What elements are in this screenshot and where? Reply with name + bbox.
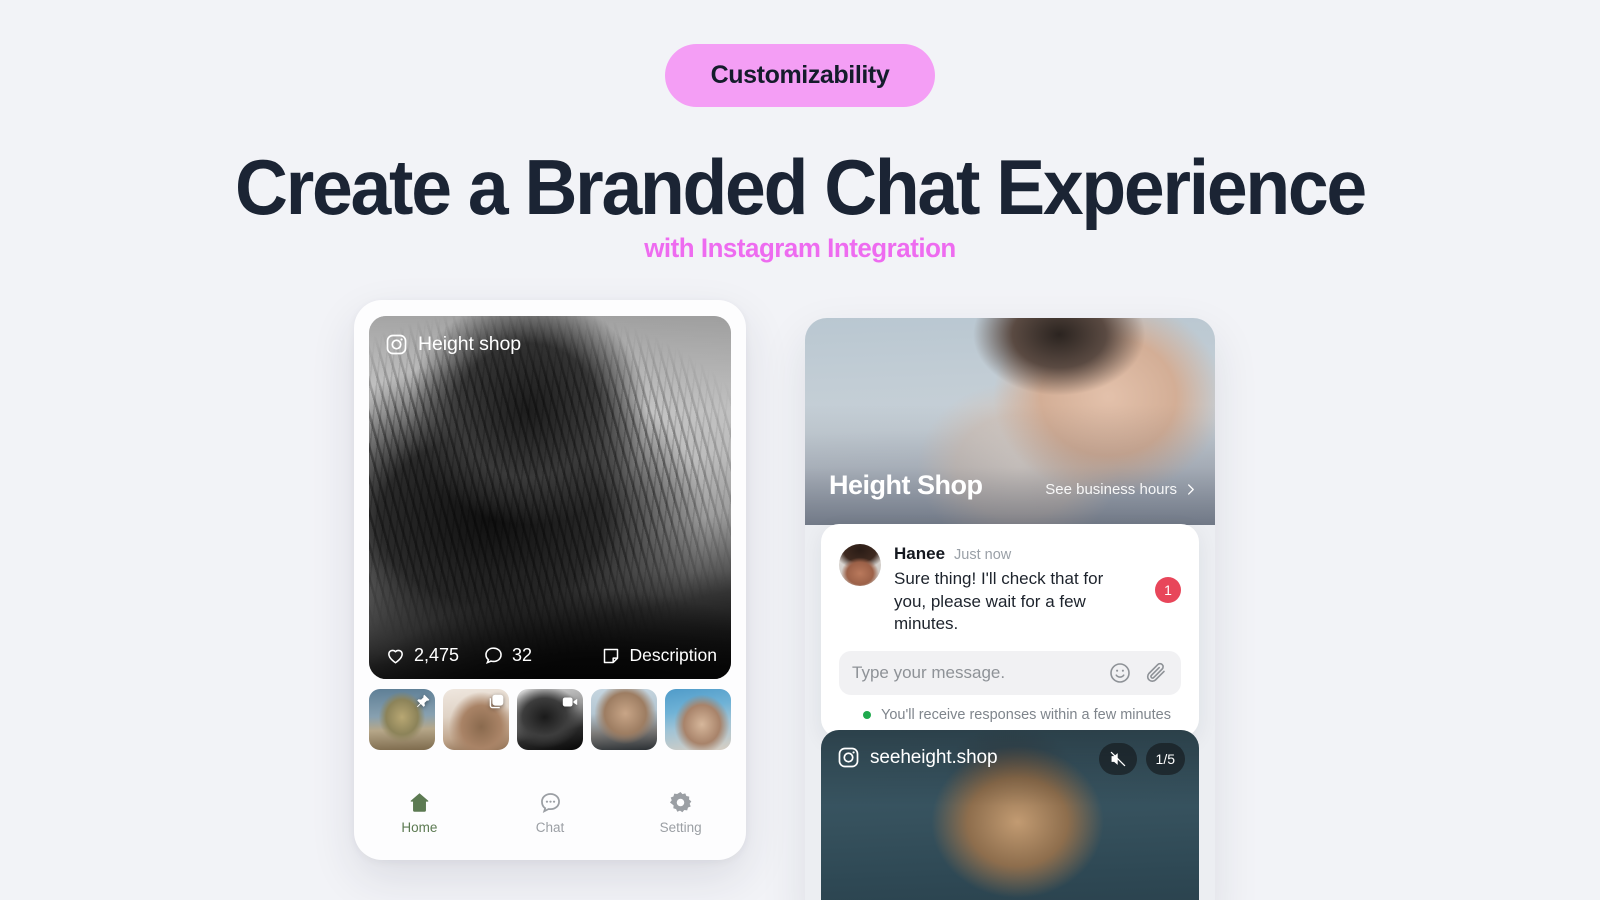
tab-home[interactable]: Home bbox=[354, 790, 485, 835]
thumbnail-item[interactable] bbox=[369, 689, 435, 750]
story-counter: 1/5 bbox=[1145, 743, 1185, 775]
tab-chat-label: Chat bbox=[535, 820, 565, 835]
business-hours-button[interactable]: See business hours bbox=[1045, 481, 1197, 498]
home-icon bbox=[407, 790, 432, 815]
smiley-icon[interactable] bbox=[1108, 661, 1132, 685]
message-composer[interactable]: Type your message. bbox=[839, 650, 1181, 695]
unread-badge: 1 bbox=[1155, 576, 1181, 603]
comments-count: 32 bbox=[512, 645, 533, 665]
hero-pill-container: Customizability bbox=[0, 44, 1600, 107]
page-title: Create a Branded Chat Experience bbox=[235, 143, 1367, 231]
avatar bbox=[839, 544, 881, 586]
response-status-text: You'll receive responses within a few mi… bbox=[881, 706, 1171, 723]
tab-setting-label: Setting bbox=[659, 820, 702, 835]
heart-icon bbox=[385, 645, 406, 666]
message-header: Hanee Just now bbox=[894, 544, 1132, 564]
speaker-muted-icon bbox=[1109, 750, 1127, 768]
shop-title: Height Shop bbox=[829, 470, 983, 500]
message-body: Hanee Just now Sure thing! I'll check th… bbox=[894, 544, 1132, 636]
message-sender: Hanee bbox=[894, 544, 946, 563]
instagram-icon bbox=[837, 746, 860, 769]
bottom-tab-bar: Home Chat Setting bbox=[354, 778, 746, 860]
thumbnail-item[interactable] bbox=[591, 689, 657, 750]
left-phone-mockup: Height shop 2,475 32 Description Home Ch… bbox=[354, 300, 746, 860]
response-status-row: You'll receive responses within a few mi… bbox=[839, 707, 1181, 723]
thumbnail-item[interactable] bbox=[665, 689, 731, 750]
chevron-right-icon bbox=[1184, 483, 1197, 496]
story-card[interactable]: seeheight.shop 1/5 bbox=[821, 730, 1199, 900]
message-text: Sure thing! I'll check that for you, ple… bbox=[894, 569, 1104, 634]
story-handle[interactable]: seeheight.shop bbox=[837, 746, 998, 769]
right-phone-mockup: Height Shop See business hours Hanee Jus… bbox=[805, 318, 1215, 900]
carousel-icon bbox=[488, 693, 505, 710]
story-controls: 1/5 bbox=[1098, 743, 1185, 775]
chat-bubble-icon bbox=[538, 790, 563, 815]
instagram-icon bbox=[385, 333, 408, 356]
tab-setting[interactable]: Setting bbox=[615, 790, 746, 835]
customizability-pill: Customizability bbox=[664, 44, 936, 107]
gear-icon bbox=[668, 790, 693, 815]
business-hours-label: See business hours bbox=[1045, 481, 1177, 498]
shop-header-row: Height Shop See business hours bbox=[829, 470, 1197, 501]
pin-icon bbox=[414, 693, 431, 710]
page-subtitle: with Instagram Integration bbox=[644, 233, 956, 263]
thumbnail-strip bbox=[369, 689, 731, 750]
status-dot-icon bbox=[863, 710, 871, 719]
note-icon bbox=[601, 646, 621, 666]
chat-card: Hanee Just now Sure thing! I'll check th… bbox=[821, 524, 1199, 737]
video-icon bbox=[561, 693, 579, 711]
tab-home-label: Home bbox=[401, 820, 438, 835]
post-handle-label: Height shop bbox=[418, 333, 521, 355]
description-button[interactable]: Description bbox=[601, 645, 717, 666]
paperclip-icon[interactable] bbox=[1144, 661, 1168, 685]
page-root: Customizability Create a Branded Chat Ex… bbox=[0, 0, 1600, 900]
post-handle[interactable]: Height shop bbox=[385, 333, 521, 356]
likes-count: 2,475 bbox=[414, 645, 460, 665]
story-handle-label: seeheight.shop bbox=[870, 746, 998, 768]
comment-icon bbox=[483, 645, 504, 666]
comments-stat[interactable]: 32 bbox=[483, 645, 532, 666]
mute-button[interactable] bbox=[1098, 743, 1137, 775]
message-row: Hanee Just now Sure thing! I'll check th… bbox=[839, 544, 1181, 636]
message-timestamp: Just now bbox=[954, 547, 1012, 563]
instagram-post-card[interactable]: Height shop 2,475 32 Description bbox=[369, 316, 731, 679]
tab-chat[interactable]: Chat bbox=[485, 790, 616, 835]
post-stats-row: 2,475 32 Description bbox=[385, 645, 717, 666]
thumbnail-item[interactable] bbox=[443, 689, 509, 750]
description-label: Description bbox=[629, 645, 717, 665]
message-input-placeholder[interactable]: Type your message. bbox=[852, 663, 1096, 683]
thumbnail-item[interactable] bbox=[517, 689, 583, 750]
likes-stat[interactable]: 2,475 bbox=[385, 645, 459, 666]
post-top-gradient bbox=[369, 316, 731, 412]
